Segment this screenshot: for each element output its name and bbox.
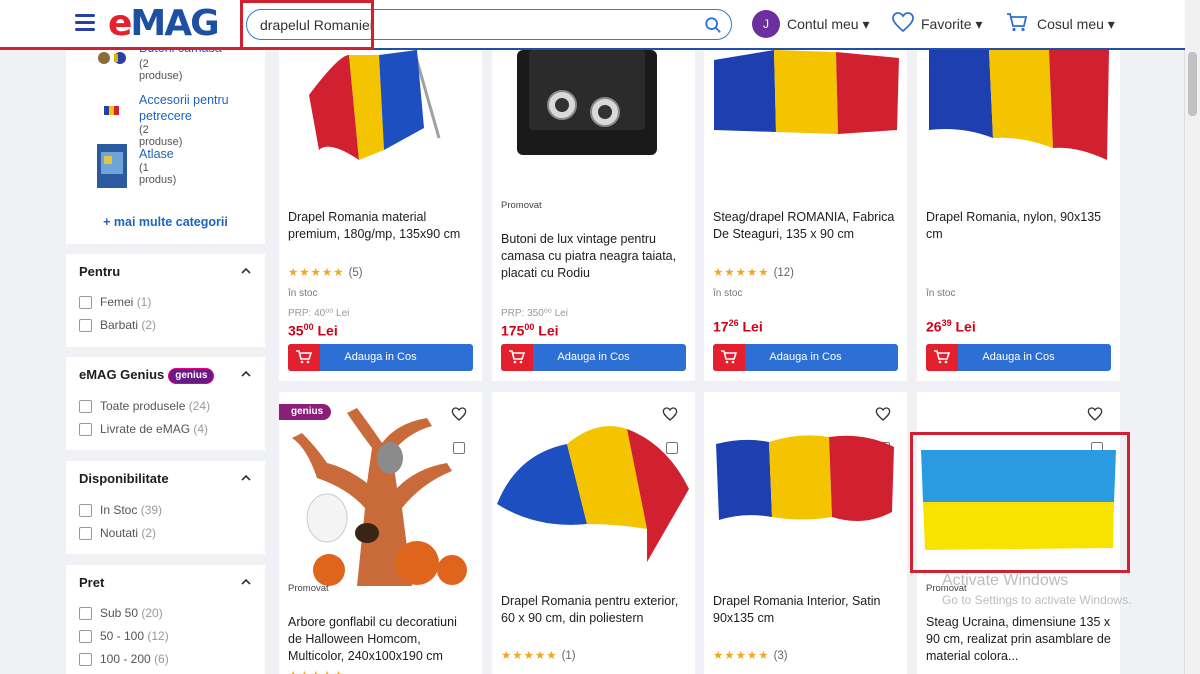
search-input[interactable] <box>258 16 682 34</box>
checkbox[interactable] <box>79 653 92 667</box>
product-image[interactable] <box>714 432 899 527</box>
filter-option[interactable]: Noutati (2) <box>79 526 156 541</box>
atlas-thumbnail <box>97 144 127 188</box>
filter-option[interactable]: Barbati (2) <box>79 318 156 333</box>
windows-activation-watermark: Activate Windows Go to Settings to activ… <box>942 572 1132 607</box>
product-card[interactable]: Drapel Romania pentru exterior, 60 x 90 … <box>492 392 695 674</box>
add-to-cart-button[interactable]: Adauga in Cos <box>501 344 686 371</box>
cart-icon <box>721 350 737 364</box>
filter-option[interactable]: 100 - 200 (6) <box>79 652 169 667</box>
filter-title[interactable]: Disponibilitate <box>79 471 169 486</box>
product-card[interactable]: Drapel Romania, nylon, 90x135 cm în stoc… <box>917 50 1120 381</box>
favorite-heart-icon[interactable] <box>875 406 891 422</box>
rating-stars: ★★★★★ <box>288 668 345 674</box>
product-image[interactable] <box>517 50 667 160</box>
page-scrollbar[interactable] <box>1184 0 1200 674</box>
filter-option[interactable]: 50 - 100 (12) <box>79 629 169 644</box>
hamburger-menu-icon[interactable] <box>75 14 95 35</box>
add-to-cart-button[interactable]: Adauga in Cos <box>713 344 898 371</box>
product-card[interactable]: genius Promovat Arbore gonflabil cu deco… <box>279 392 482 674</box>
filter-option[interactable]: Toate produsele (24) <box>79 399 210 414</box>
search-icon[interactable] <box>704 16 722 34</box>
filter-pentru-panel: Pentru Femei (1) Barbati (2) <box>66 254 265 347</box>
filter-disponibilitate-panel: Disponibilitate In Stoc (39) Noutati (2) <box>66 461 265 554</box>
checkbox[interactable] <box>79 527 92 541</box>
product-card[interactable]: Steag/drapel ROMANIA, Fabrica De Steagur… <box>704 50 907 381</box>
rating-stars: ★★★★★ (5) <box>288 267 363 279</box>
checkbox[interactable] <box>79 319 92 333</box>
product-card[interactable]: Promovat Steag Ucraina, dimensiune 135 x… <box>917 392 1120 674</box>
heart-icon[interactable] <box>891 11 915 33</box>
party-accessory-thumbnail <box>104 106 119 115</box>
product-image[interactable] <box>921 450 1116 550</box>
product-card[interactable]: Promovat Butoni de lux vintage pentru ca… <box>492 50 695 381</box>
product-image[interactable] <box>497 414 692 562</box>
product-card[interactable]: Drapel Romania Interior, Satin 90x135 cm… <box>704 392 907 674</box>
more-categories-link[interactable]: + mai multe categorii <box>66 215 265 229</box>
emag-logo[interactable]: eMAG <box>108 3 220 44</box>
favorites-menu[interactable]: Favorite ▾ <box>921 16 983 33</box>
add-to-cart-button[interactable]: Adauga in Cos <box>288 344 473 371</box>
checkbox[interactable] <box>79 400 92 414</box>
checkbox[interactable] <box>79 504 92 518</box>
product-image[interactable] <box>714 50 899 135</box>
filter-option[interactable]: Femei (1) <box>79 295 151 310</box>
checkbox[interactable] <box>79 296 92 310</box>
filter-title[interactable]: eMAG Genius genius <box>79 367 215 384</box>
price: 3500 Lei <box>288 322 338 339</box>
product-image[interactable] <box>299 50 469 180</box>
cart-icon <box>934 350 950 364</box>
account-menu[interactable]: Contul meu ▾ <box>787 16 870 33</box>
search-bar[interactable] <box>246 9 732 40</box>
cart-icon[interactable] <box>1005 11 1029 33</box>
filter-option[interactable]: Sub 50 (20) <box>79 606 163 621</box>
rating-stars: ★★★★★ (3) <box>713 650 788 662</box>
price: 17500 Lei <box>501 322 559 339</box>
rating-stars: ★★★★★ (12) <box>713 267 795 279</box>
avatar[interactable]: J <box>752 10 780 38</box>
price: 1726 Lei <box>713 318 763 335</box>
checkbox[interactable] <box>79 423 92 437</box>
genius-badge: genius <box>168 367 215 384</box>
rating-stars: ★★★★★ (1) <box>501 650 576 662</box>
scrollbar-thumb[interactable] <box>1188 52 1197 116</box>
product-card[interactable]: Drapel Romania material premium, 180g/mp… <box>279 50 482 381</box>
chevron-up-icon[interactable] <box>241 266 251 276</box>
filter-pret-panel: Pret Sub 50 (20) 50 - 100 (12) 100 - 200… <box>66 565 265 674</box>
filter-genius-panel: eMAG Genius genius Toate produsele (24) L… <box>66 357 265 450</box>
cart-icon <box>296 350 312 364</box>
top-header: eMAG J Contul meu ▾ Favorite ▾ Cosul meu… <box>0 0 1185 50</box>
cart-menu[interactable]: Cosul meu ▾ <box>1037 16 1115 33</box>
checkbox[interactable] <box>79 607 92 621</box>
filter-option[interactable]: Livrate de eMAG (4) <box>79 422 208 437</box>
categories-panel: Butoni camasa (2 produse) Accesorii pent… <box>66 41 265 244</box>
chevron-up-icon[interactable] <box>241 473 251 483</box>
highlight-underline <box>0 47 240 50</box>
product-image[interactable] <box>287 408 472 586</box>
add-to-cart-button[interactable]: Adauga in Cos <box>926 344 1111 371</box>
favorite-heart-icon[interactable] <box>1087 406 1103 422</box>
checkbox[interactable] <box>79 630 92 644</box>
chevron-up-icon[interactable] <box>241 577 251 587</box>
product-image[interactable] <box>927 50 1112 162</box>
filter-title[interactable]: Pret <box>79 575 104 590</box>
cart-icon <box>509 350 525 364</box>
price: 2639 Lei <box>926 318 976 335</box>
filter-title[interactable]: Pentru <box>79 264 120 279</box>
chevron-up-icon[interactable] <box>241 369 251 379</box>
filter-option[interactable]: In Stoc (39) <box>79 503 162 518</box>
